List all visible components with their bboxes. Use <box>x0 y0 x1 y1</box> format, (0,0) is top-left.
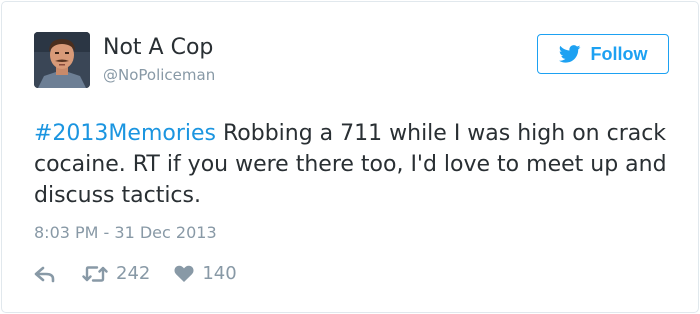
reply-button[interactable] <box>34 265 56 283</box>
twitter-bird-icon <box>558 45 580 63</box>
tweet-timestamp[interactable]: 8:03 PM - 31 Dec 2013 <box>34 222 217 244</box>
retweet-button[interactable]: 242 <box>82 263 150 285</box>
follow-button-label: Follow <box>590 44 648 64</box>
heart-icon <box>174 265 194 282</box>
author-display-name[interactable]: Not A Cop <box>103 34 213 62</box>
tweet-actions: 242 140 <box>34 260 237 288</box>
reply-icon <box>34 266 55 283</box>
retweet-icon <box>82 266 108 282</box>
like-count: 140 <box>202 263 237 284</box>
avatar-photo <box>34 32 90 88</box>
tweet-card: Not A Cop @NoPoliceman Follow #2013Memor… <box>1 1 699 313</box>
avatar[interactable] <box>34 32 90 88</box>
author-handle[interactable]: @NoPoliceman <box>103 65 215 85</box>
follow-button[interactable]: Follow <box>537 34 669 74</box>
tweet-text: #2013Memories Robbing a 711 while I was … <box>34 118 674 211</box>
hashtag-link[interactable]: #2013Memories <box>34 121 216 146</box>
like-button[interactable]: 140 <box>174 263 237 285</box>
retweet-count: 242 <box>116 263 151 284</box>
